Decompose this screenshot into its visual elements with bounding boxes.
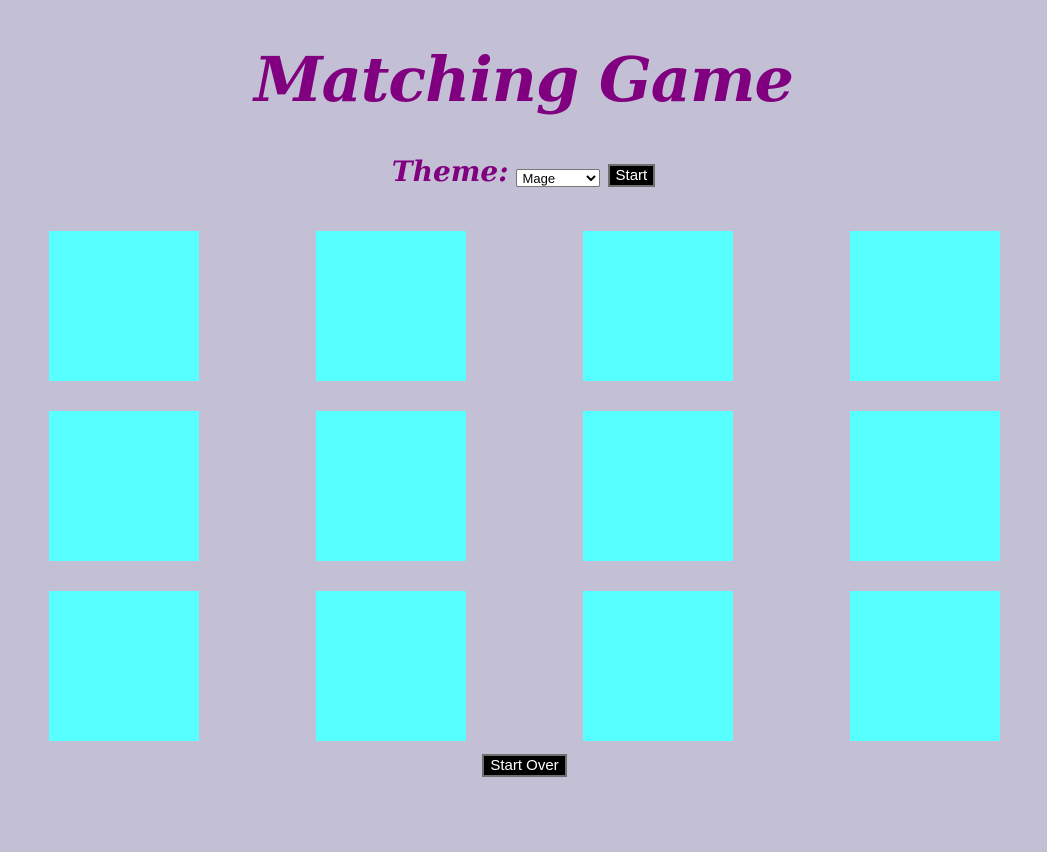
card[interactable] (49, 411, 199, 561)
theme-label: Theme: (391, 154, 509, 188)
card[interactable] (49, 591, 199, 741)
card[interactable] (850, 231, 1000, 381)
card[interactable] (316, 411, 466, 561)
theme-select[interactable]: Mage (515, 169, 600, 187)
theme-controls: Theme: Mage Start (0, 154, 1047, 194)
card[interactable] (49, 231, 199, 381)
card[interactable] (583, 231, 733, 381)
card[interactable] (850, 591, 1000, 741)
card[interactable] (316, 591, 466, 741)
page-title: Matching Game (253, 43, 794, 116)
card[interactable] (583, 591, 733, 741)
start-over-button[interactable]: Start Over (482, 754, 567, 777)
card[interactable] (583, 411, 733, 561)
card[interactable] (850, 411, 1000, 561)
start-button[interactable]: Start (607, 163, 656, 187)
card[interactable] (316, 231, 466, 381)
